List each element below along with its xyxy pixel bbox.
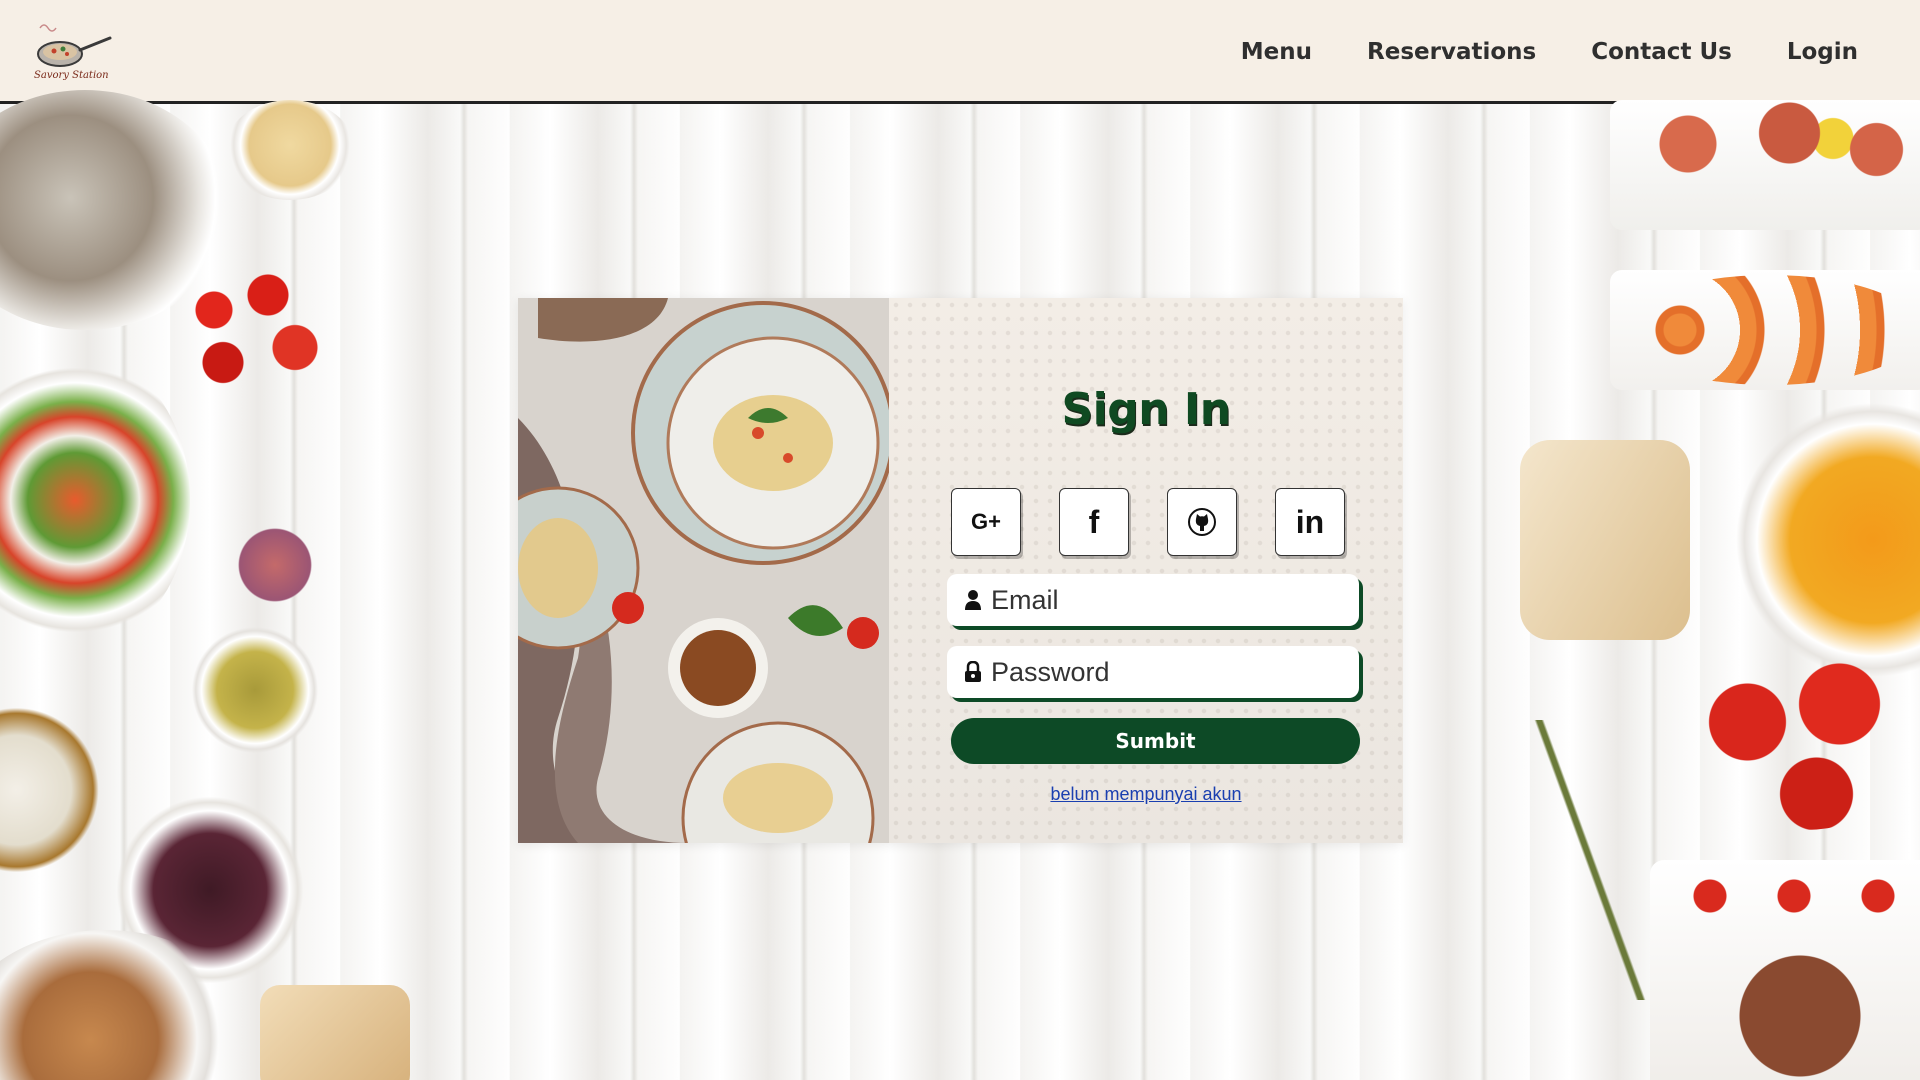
password-field (947, 646, 1359, 698)
pasta-plates-illustration (518, 298, 889, 843)
top-header: Savory Station Menu Reservations Contact… (0, 0, 1920, 104)
brand-name: Savory Station (34, 70, 109, 81)
tomato-vine-image (1690, 650, 1920, 830)
signin-form: Sign In G+ f in Email Sumbit belum mempu… (889, 298, 1403, 843)
linkedin-button[interactable]: in (1275, 488, 1345, 556)
nav-login[interactable]: Login (1787, 39, 1858, 65)
github-button[interactable] (1167, 488, 1237, 556)
fig-image (220, 520, 330, 610)
email-field (947, 574, 1359, 626)
salad-bowl-image (0, 350, 190, 650)
google-plus-button[interactable]: G+ (951, 488, 1021, 556)
main-nav: Menu Reservations Contact Us Login (1241, 0, 1858, 104)
user-icon (965, 590, 981, 610)
octopus-image (1630, 100, 1920, 210)
skewer-tray-image (1650, 860, 1920, 1080)
nav-reservations[interactable]: Reservations (1367, 39, 1536, 65)
fries-bowl-image (1730, 390, 1920, 690)
submit-button[interactable]: Sumbit (951, 718, 1360, 764)
pan-logo-icon (37, 24, 112, 67)
password-input[interactable] (991, 656, 1341, 688)
google-plus-icon: G+ (971, 509, 1001, 534)
olives-bowl-image (185, 625, 325, 755)
pasta-dishes-image (518, 298, 889, 843)
shrimp-image (1620, 275, 1920, 385)
linkedin-icon: in (1295, 503, 1325, 540)
tomatoes-image (160, 250, 340, 400)
pita-slice-image (1520, 440, 1690, 640)
email-input[interactable] (991, 584, 1341, 616)
nav-contact-us[interactable]: Contact Us (1591, 39, 1732, 65)
social-login-group: G+ f in (951, 488, 1345, 556)
rosemary-image (1520, 720, 1660, 1000)
facebook-button[interactable]: f (1059, 488, 1129, 556)
facebook-icon: f (1088, 503, 1100, 540)
signin-card: Sign In G+ f in Email Sumbit belum mempu… (518, 298, 1403, 843)
pita-image (260, 985, 410, 1080)
signin-title: Sign In (1061, 384, 1231, 435)
dip-bowl-image (0, 690, 110, 890)
register-link[interactable]: belum mempunyai akun (889, 784, 1403, 805)
hummus-bowl-image (225, 100, 355, 200)
nav-menu[interactable]: Menu (1241, 39, 1312, 65)
github-icon (1188, 508, 1216, 536)
lock-icon (965, 661, 981, 682)
